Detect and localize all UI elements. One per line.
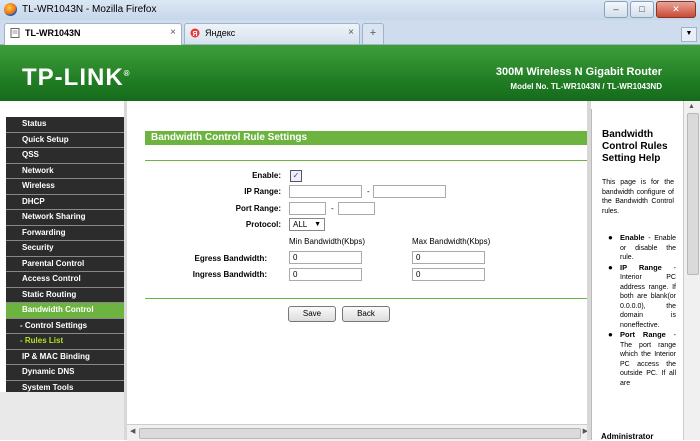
window-title: TL-WR1043N - Mozilla Firefox [22, 4, 157, 15]
sidebar-item-network[interactable]: Network [6, 163, 124, 179]
window-titlebar: TL-WR1043N - Mozilla Firefox – □ ✕ [0, 0, 700, 21]
tab-label: TL-WR1043N [25, 28, 81, 38]
bullet-icon: ● [608, 330, 613, 339]
page-icon [10, 28, 20, 38]
help-item: ● Port Range - The port range which the … [606, 330, 676, 388]
save-button[interactable]: Save [288, 306, 336, 322]
tab-close-icon[interactable]: × [348, 27, 354, 38]
help-list: ● Enable - Enable or disable the rule. ●… [606, 233, 676, 388]
max-bandwidth-header: Max Bandwidth(Kbps) [412, 237, 491, 246]
egress-min-input[interactable]: 0 [289, 251, 362, 264]
tab-label: Яндекс [205, 28, 236, 38]
vertical-scrollbar[interactable]: ▲ [683, 101, 700, 440]
help-term: Port Range [620, 330, 666, 339]
sidebar-item-dhcp[interactable]: DHCP [6, 194, 124, 210]
new-tab-button[interactable]: + [362, 23, 384, 44]
router-banner: TP-LINK® 300M Wireless N Gigabit Router … [0, 45, 700, 101]
ingress-max-input[interactable]: 0 [412, 268, 485, 281]
sidebar-item-bandwidth-control[interactable]: Bandwidth Control [6, 303, 124, 319]
tab-yandex[interactable]: Я Яндекс × [184, 23, 360, 44]
help-panel: Bandwidth Control Rules Setting Help Thi… [591, 109, 684, 440]
sidebar-item-quick-setup[interactable]: Quick Setup [6, 132, 124, 148]
sidebar-item-wireless[interactable]: Wireless [6, 179, 124, 195]
ingress-min-input[interactable]: 0 [289, 268, 362, 281]
tab-tl-wr1043n[interactable]: TL-WR1043N × [4, 23, 182, 45]
port-range-end-input[interactable] [338, 202, 375, 215]
help-title: Bandwidth Control Rules Setting Help [602, 129, 668, 164]
horizontal-scroll-thumb[interactable] [139, 428, 581, 439]
maximize-button[interactable]: □ [630, 1, 654, 18]
sidebar-item-forwarding[interactable]: Forwarding [6, 225, 124, 241]
yandex-icon: Я [190, 28, 200, 38]
sidebar-item-status[interactable]: Status [6, 117, 124, 133]
tab-bar: TL-WR1043N × Я Яндекс × + ▼ [0, 20, 700, 45]
help-term: Enable [620, 233, 645, 242]
scroll-left-icon[interactable]: ◀ [130, 427, 135, 435]
vertical-scroll-thumb[interactable] [687, 113, 699, 275]
horizontal-scrollbar[interactable]: ◀ ▶ [127, 424, 591, 441]
min-bandwidth-header: Min Bandwidth(Kbps) [289, 237, 366, 246]
sidebar-item-qss[interactable]: QSS [6, 148, 124, 164]
product-name: 300M Wireless N Gigabit Router [495, 66, 662, 78]
tab-close-icon[interactable]: × [170, 27, 176, 38]
top-divider [145, 160, 587, 161]
bottom-divider [145, 298, 587, 299]
bullet-icon: ● [608, 233, 613, 242]
chevron-down-icon: ▼ [314, 221, 321, 228]
sidebar-item-security[interactable]: Security [6, 241, 124, 257]
port-range-start-input[interactable] [289, 202, 326, 215]
sidebar-item-static-routing[interactable]: Static Routing [6, 287, 124, 303]
port-range-separator: - [331, 204, 334, 213]
close-window-button[interactable]: ✕ [656, 1, 696, 18]
scroll-up-icon[interactable]: ▲ [688, 103, 695, 110]
main-content: Bandwidth Control Rule Settings Enable: … [127, 109, 587, 440]
sidebar-background [0, 392, 124, 440]
sidebar-item-control-settings[interactable]: - Control Settings [6, 318, 124, 334]
svg-text:Я: Я [192, 31, 197, 38]
ip-range-end-input[interactable] [373, 185, 446, 198]
sidebar-item-dynamic-dns[interactable]: Dynamic DNS [6, 365, 124, 381]
sidebar-item-ip-mac-binding[interactable]: IP & MAC Binding [6, 349, 124, 365]
sidebar-item-network-sharing[interactable]: Network Sharing [6, 210, 124, 226]
sidebar-item-rules-list[interactable]: - Rules List [6, 334, 124, 350]
protocol-label: Protocol: [245, 220, 281, 229]
sidebar-item-parental-control[interactable]: Parental Control [6, 256, 124, 272]
ip-range-separator: - [367, 187, 370, 196]
protocol-value: ALL [293, 220, 308, 229]
help-intro: This page is for the bandwidth configure… [602, 179, 674, 215]
help-item: ● IP Range - Interior PC address range. … [606, 263, 676, 331]
sidebar-item-access-control[interactable]: Access Control [6, 272, 124, 288]
enable-checkbox[interactable]: ✓ [290, 170, 302, 182]
banner-divider [0, 101, 700, 109]
help-item: ● Enable - Enable or disable the rule. [606, 233, 676, 263]
tab-list-dropdown-icon[interactable]: ▼ [681, 27, 697, 42]
bullet-icon: ● [608, 262, 613, 272]
help-desc: - The port range which the Interior PC a… [620, 332, 676, 387]
ip-range-start-input[interactable] [289, 185, 362, 198]
sidebar-menu: Status Quick Setup QSS Network Wireless … [6, 117, 124, 396]
back-button[interactable]: Back [342, 306, 390, 322]
egress-max-input[interactable]: 0 [412, 251, 485, 264]
port-range-label: Port Range: [235, 204, 281, 213]
enable-label: Enable: [252, 171, 281, 180]
help-desc: - Interior PC address range. If both are… [620, 264, 676, 329]
model-number: Model No. TL-WR1043N / TL-WR1043ND [510, 82, 662, 91]
help-term: IP Range [620, 262, 662, 272]
egress-bandwidth-label: Egress Bandwidth: [194, 254, 267, 263]
ingress-bandwidth-label: Ingress Bandwidth: [192, 270, 267, 279]
protocol-select[interactable]: ALL ▼ [289, 218, 325, 231]
firefox-icon [4, 3, 17, 16]
page-title: Bandwidth Control Rule Settings [145, 131, 587, 145]
tp-link-logo: TP-LINK® [22, 64, 131, 91]
minimize-button[interactable]: – [604, 1, 628, 18]
ip-range-label: IP Range: [244, 187, 281, 196]
